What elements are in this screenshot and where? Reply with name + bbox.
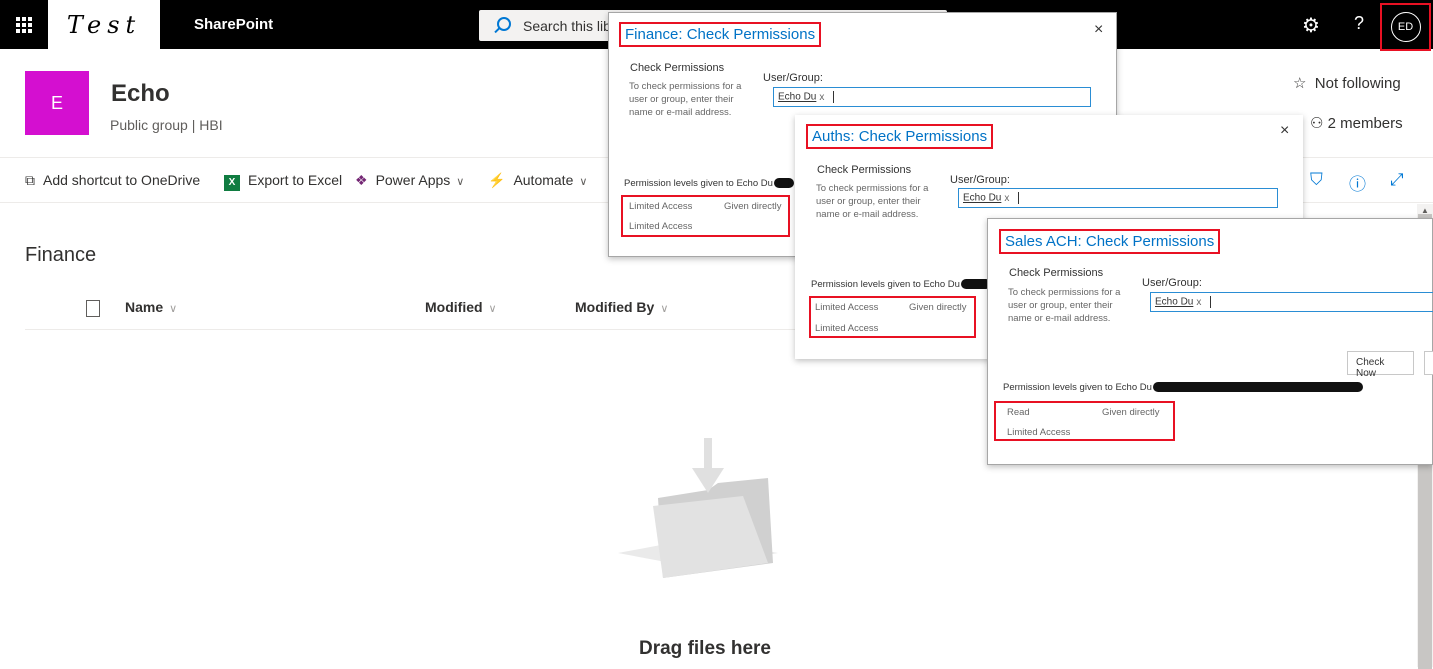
permission-levels-text: Permission levels given to Echo Du (1003, 382, 1152, 393)
chevron-down-icon: ∨ (579, 176, 588, 188)
empty-folder-illustration (618, 438, 778, 578)
add-shortcut-button[interactable]: ⧉ Add shortcut to OneDrive (25, 172, 200, 189)
library-title: Finance (25, 244, 97, 266)
redacted-email (773, 178, 794, 189)
search-placeholder: Search this lib (523, 18, 611, 34)
follow-button[interactable]: ☆ Not following (1293, 74, 1401, 92)
section-heading: Check Permissions (630, 62, 725, 74)
user-token[interactable]: Echo Du (1155, 297, 1193, 308)
automate-label: Automate (513, 172, 574, 188)
permission-levels-heading: Permission levels given to Echo Du (811, 279, 991, 290)
export-excel-label: Export to Excel (248, 172, 343, 188)
star-icon: ☆ (1293, 75, 1307, 92)
permission-source: Given directly (909, 302, 967, 313)
permissions-list: Read Given directly Limited Access (994, 401, 1175, 441)
shortcut-icon: ⧉ (25, 172, 35, 188)
members-label: 2 members (1327, 115, 1403, 132)
permission-level: Limited Access (1007, 427, 1071, 438)
permission-levels-text: Permission levels given to Echo Du (811, 279, 960, 290)
section-heading: Check Permissions (1009, 267, 1104, 279)
permission-level: Limited Access (629, 221, 693, 232)
org-logo[interactable]: Test (48, 0, 160, 49)
user-group-field[interactable]: Echo Du x (1150, 292, 1433, 312)
sales-ach-permissions-dialog: Sales ACH: Check Permissions Check Permi… (987, 218, 1433, 465)
user-group-label: User/Group: (950, 174, 1010, 186)
permission-level: Limited Access (629, 201, 693, 212)
automate-button[interactable]: ⚡ Automate ∨ (488, 172, 587, 189)
power-apps-icon: ❖ (355, 172, 368, 188)
column-header-modified-by-label: Modified By (575, 299, 655, 315)
chevron-down-icon: ∨ (488, 303, 497, 315)
column-header-name-label: Name (125, 299, 164, 315)
site-title[interactable]: Echo (111, 80, 170, 108)
header-divider (25, 329, 805, 330)
check-now-button[interactable]: Check Now (1347, 351, 1414, 379)
site-logo[interactable]: E (25, 71, 89, 135)
permission-levels-heading: Permission levels given to Echo Du (1003, 382, 1363, 393)
remove-token-icon[interactable]: x (1196, 297, 1201, 308)
logo-text: Test (66, 10, 142, 39)
column-header-modified-by[interactable]: Modified By ∨ (575, 299, 668, 315)
avatar: ED (1390, 12, 1421, 42)
members-button[interactable]: ⚇ 2 members (1310, 114, 1403, 132)
redacted-email (1152, 382, 1363, 393)
close-icon[interactable]: × (1280, 122, 1289, 140)
power-apps-label: Power Apps (375, 172, 451, 188)
column-header-name[interactable]: Name ∨ (125, 299, 177, 315)
permissions-list: Limited Access Given directly Limited Ac… (621, 195, 790, 237)
permission-level: Limited Access (815, 302, 879, 313)
user-group-label: User/Group: (1142, 277, 1202, 289)
close-button[interactable] (1424, 351, 1433, 375)
section-heading: Check Permissions (817, 164, 912, 176)
user-group-label: User/Group: (763, 72, 823, 84)
permissions-list: Limited Access Given directly Limited Ac… (809, 296, 976, 338)
filter-icon[interactable]: ⛉ (1310, 170, 1323, 190)
chevron-down-icon: ∨ (169, 303, 178, 315)
search-icon (497, 17, 511, 31)
user-token[interactable]: Echo Du (963, 193, 1001, 204)
empty-state-text: Drag files here (639, 638, 771, 659)
power-apps-button[interactable]: ❖ Power Apps ∨ (355, 172, 464, 189)
site-subtitle: Public group | HBI (110, 117, 223, 133)
permission-level: Limited Access (815, 323, 879, 334)
excel-icon: X (224, 175, 240, 191)
export-excel-button[interactable]: X Export to Excel (224, 172, 342, 191)
section-description: To check permissions for a user or group… (629, 81, 742, 118)
permission-levels-text: Permission levels given to Echo Du (624, 178, 773, 189)
help-icon[interactable]: ? (1354, 13, 1364, 34)
user-token[interactable]: Echo Du (778, 92, 816, 103)
file-type-icon[interactable] (86, 300, 100, 317)
remove-token-icon[interactable]: x (819, 92, 824, 103)
permission-level: Read (1007, 407, 1030, 418)
close-icon[interactable]: × (1094, 21, 1103, 39)
gear-icon[interactable]: ⚙ (1302, 13, 1320, 38)
app-name-link[interactable]: SharePoint (194, 16, 273, 33)
permission-source: Given directly (724, 201, 782, 212)
app-launcher-icon[interactable] (0, 0, 48, 49)
follow-label: Not following (1314, 75, 1401, 92)
expand-icon[interactable]: ⤢ (1390, 170, 1404, 190)
chevron-down-icon: ∨ (660, 303, 669, 315)
section-description: To check permissions for a user or group… (1008, 287, 1121, 324)
dialog-title: Sales ACH: Check Permissions (999, 229, 1221, 254)
permission-levels-heading: Permission levels given to Echo Du (624, 178, 794, 189)
add-shortcut-label: Add shortcut to OneDrive (43, 172, 201, 188)
chevron-down-icon: ∨ (456, 176, 465, 188)
account-button[interactable]: ED (1380, 3, 1431, 51)
remove-token-icon[interactable]: x (1004, 193, 1009, 204)
info-icon[interactable]: ⓘ (1349, 170, 1366, 195)
dialog-title: Finance: Check Permissions (619, 22, 822, 47)
site-logo-letter: E (50, 92, 63, 113)
column-header-modified[interactable]: Modified ∨ (425, 299, 497, 315)
person-icon: ⚇ (1310, 115, 1324, 132)
column-header-modified-label: Modified (425, 299, 483, 315)
dialog-title: Auths: Check Permissions (806, 124, 994, 149)
user-group-field[interactable]: Echo Du x (773, 87, 1091, 107)
permission-source: Given directly (1102, 407, 1160, 418)
user-group-field[interactable]: Echo Du x (958, 188, 1278, 208)
section-description: To check permissions for a user or group… (816, 183, 929, 220)
automate-icon: ⚡ (488, 172, 506, 188)
